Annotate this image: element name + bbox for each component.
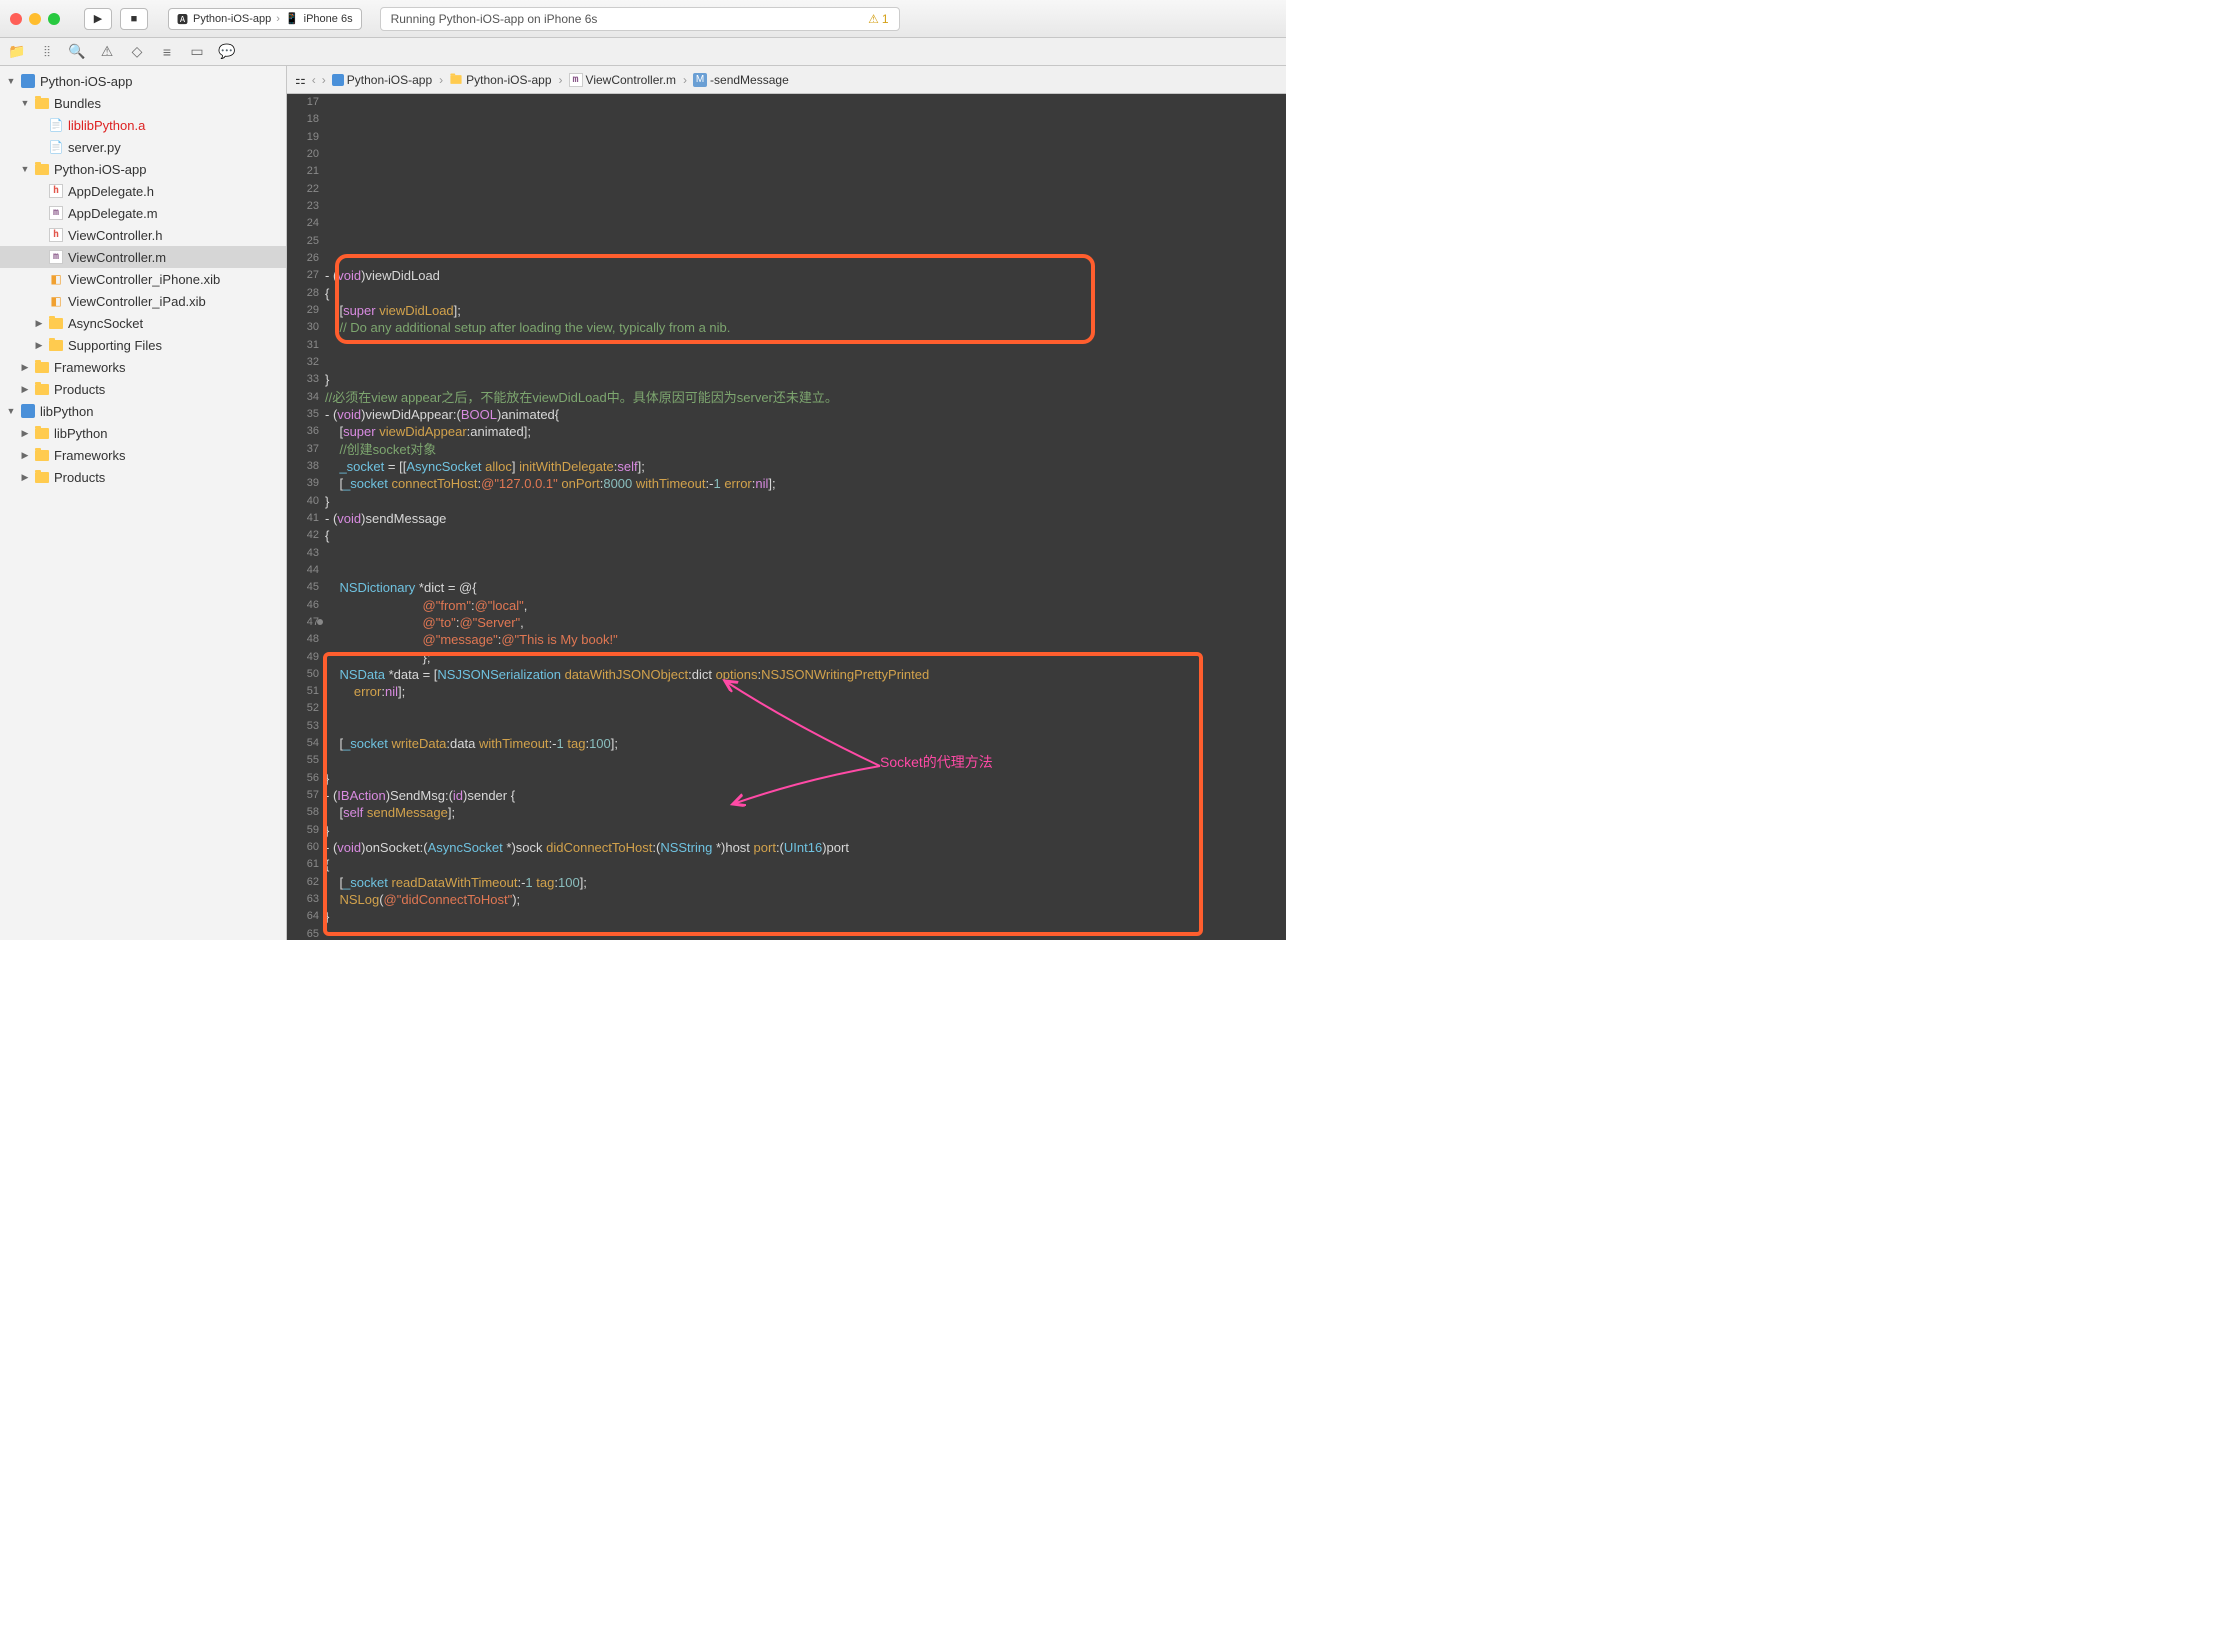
tree-row[interactable]: 📄server.py bbox=[0, 136, 286, 158]
tree-row[interactable]: ▶libPython bbox=[0, 422, 286, 444]
jumpbar-project[interactable]: Python-iOS-app bbox=[332, 73, 443, 87]
tree-row[interactable]: ▶AsyncSocket bbox=[0, 312, 286, 334]
report-navigator-icon[interactable]: 💬 bbox=[218, 43, 236, 61]
tree-row[interactable]: ◧ViewController_iPad.xib bbox=[0, 290, 286, 312]
tree-label: libPython bbox=[54, 426, 107, 441]
close-window-icon[interactable] bbox=[10, 13, 22, 25]
tree-row[interactable]: hViewController.h bbox=[0, 224, 286, 246]
editor-pane: ⚏ ‹ › Python-iOS-app Python-iOS-app mVie… bbox=[287, 66, 1286, 940]
tree-label: ViewController.m bbox=[68, 250, 166, 265]
source-text[interactable]: Socket的代理方法 - (void)viewDidLoad{ [super … bbox=[325, 94, 1286, 940]
tree-row[interactable]: ▼libPython bbox=[0, 400, 286, 422]
app-icon: 🅰 bbox=[177, 11, 188, 27]
debug-navigator-icon[interactable]: ≡ bbox=[158, 43, 176, 61]
scheme-selector[interactable]: 🅰 Python-iOS-app › 📱 iPhone 6s bbox=[168, 8, 362, 30]
tree-label: libPython bbox=[40, 404, 93, 419]
related-items-icon[interactable]: ⚏ bbox=[295, 73, 306, 87]
back-button-icon[interactable]: ‹ bbox=[312, 73, 316, 87]
status-text: Running Python-iOS-app on iPhone 6s bbox=[391, 12, 598, 26]
run-button[interactable]: ▶ bbox=[84, 8, 112, 30]
code-editor[interactable]: 1718192021222324252627282930313233343536… bbox=[287, 94, 1286, 940]
tree-label: ViewController.h bbox=[68, 228, 162, 243]
jumpbar-group[interactable]: Python-iOS-app bbox=[449, 73, 562, 87]
stop-button[interactable]: ■ bbox=[120, 8, 148, 30]
project-navigator-icon[interactable]: 📁 bbox=[8, 43, 26, 61]
tree-row[interactable]: ▼Bundles bbox=[0, 92, 286, 114]
window-controls bbox=[10, 13, 60, 25]
tree-label: ViewController_iPhone.xib bbox=[68, 272, 220, 287]
tree-label: AppDelegate.h bbox=[68, 184, 154, 199]
jump-bar[interactable]: ⚏ ‹ › Python-iOS-app Python-iOS-app mVie… bbox=[287, 66, 1286, 94]
tree-label: server.py bbox=[68, 140, 121, 155]
tree-label: liblibPython.a bbox=[68, 118, 145, 133]
tree-label: AppDelegate.m bbox=[68, 206, 158, 221]
tree-row[interactable]: mAppDelegate.m bbox=[0, 202, 286, 224]
tree-row[interactable]: hAppDelegate.h bbox=[0, 180, 286, 202]
tree-label: Frameworks bbox=[54, 360, 126, 375]
tree-label: AsyncSocket bbox=[68, 316, 143, 331]
search-navigator-icon[interactable]: 🔍 bbox=[68, 43, 86, 61]
issue-navigator-icon[interactable]: ⚠ bbox=[98, 43, 116, 61]
tree-label: Bundles bbox=[54, 96, 101, 111]
scheme-label: Python-iOS-app bbox=[193, 13, 271, 25]
test-navigator-icon[interactable]: ◇ bbox=[128, 43, 146, 61]
tree-row[interactable]: ▶Supporting Files bbox=[0, 334, 286, 356]
tree-row[interactable]: ▶Products bbox=[0, 466, 286, 488]
device-label: iPhone 6s bbox=[304, 13, 353, 25]
tree-row[interactable]: ◧ViewController_iPhone.xib bbox=[0, 268, 286, 290]
zoom-window-icon[interactable] bbox=[48, 13, 60, 25]
warning-badge[interactable]: ⚠ 1 bbox=[868, 12, 888, 26]
tree-row[interactable]: ▶Frameworks bbox=[0, 444, 286, 466]
tree-row[interactable]: 📄liblibPython.a bbox=[0, 114, 286, 136]
line-gutter[interactable]: 1718192021222324252627282930313233343536… bbox=[287, 94, 325, 940]
breakpoint-navigator-icon[interactable]: ▭ bbox=[188, 43, 206, 61]
tree-label: Products bbox=[54, 470, 105, 485]
tree-label: Python-iOS-app bbox=[54, 162, 147, 177]
tree-label: Products bbox=[54, 382, 105, 397]
forward-button-icon[interactable]: › bbox=[322, 73, 326, 87]
tree-label: ViewController_iPad.xib bbox=[68, 294, 206, 309]
project-navigator[interactable]: ▼Python-iOS-app▼Bundles📄liblibPython.a📄s… bbox=[0, 66, 287, 940]
jumpbar-file[interactable]: mViewController.m bbox=[569, 73, 687, 87]
tree-label: Supporting Files bbox=[68, 338, 162, 353]
jumpbar-method[interactable]: M-sendMessage bbox=[693, 73, 796, 87]
tree-label: Frameworks bbox=[54, 448, 126, 463]
activity-status[interactable]: Running Python-iOS-app on iPhone 6s ⚠ 1 bbox=[380, 7, 900, 31]
breakpoint-marker-icon[interactable] bbox=[317, 619, 323, 625]
tree-row[interactable]: mViewController.m bbox=[0, 246, 286, 268]
tree-row[interactable]: ▶Frameworks bbox=[0, 356, 286, 378]
phone-icon: 📱 bbox=[285, 12, 299, 25]
main-toolbar: ▶ ■ 🅰 Python-iOS-app › 📱 iPhone 6s Runni… bbox=[0, 0, 1286, 38]
minimize-window-icon[interactable] bbox=[29, 13, 41, 25]
annotation-text: Socket的代理方法 bbox=[880, 754, 993, 771]
navigator-tabs: 📁 ⦙⦙ 🔍 ⚠ ◇ ≡ ▭ 💬 bbox=[0, 38, 1286, 66]
tree-row[interactable]: ▶Products bbox=[0, 378, 286, 400]
symbol-navigator-icon[interactable]: ⦙⦙ bbox=[38, 43, 56, 61]
tree-label: Python-iOS-app bbox=[40, 74, 133, 89]
tree-row[interactable]: ▼Python-iOS-app bbox=[0, 70, 286, 92]
tree-row[interactable]: ▼Python-iOS-app bbox=[0, 158, 286, 180]
